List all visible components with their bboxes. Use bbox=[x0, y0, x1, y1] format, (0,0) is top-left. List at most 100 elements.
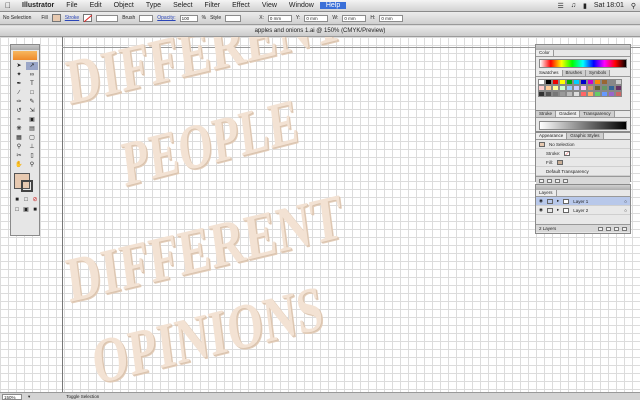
status-arrow-icon[interactable]: ▾ bbox=[28, 394, 30, 400]
gradient-bar[interactable] bbox=[539, 121, 627, 130]
swatch-chip[interactable] bbox=[608, 91, 615, 97]
expand-triangle-icon[interactable]: ▸ bbox=[557, 207, 559, 213]
w-field[interactable]: 0 mm bbox=[342, 14, 367, 22]
tab-transparency[interactable]: Transparency bbox=[580, 111, 615, 117]
lock-toggle-icon[interactable] bbox=[546, 198, 553, 204]
rotate-tool-icon[interactable]: ↺ bbox=[13, 107, 25, 115]
zoom-tool-icon[interactable]: ⚲ bbox=[26, 161, 38, 169]
visibility-eye-icon[interactable]: ◉ bbox=[539, 198, 543, 204]
tab-swatches[interactable]: Swatches bbox=[536, 70, 563, 76]
swatch-chip[interactable] bbox=[587, 91, 594, 97]
lasso-tool-icon[interactable]: ∞ bbox=[26, 71, 38, 79]
tab-appearance[interactable]: Appearance bbox=[536, 133, 568, 139]
target-circle-icon[interactable]: ○ bbox=[624, 199, 627, 204]
menu-window[interactable]: Window bbox=[283, 2, 320, 9]
tab-layers[interactable]: Layers bbox=[536, 190, 557, 196]
swatch-chip[interactable] bbox=[545, 91, 552, 97]
apple-menu-icon[interactable]:  bbox=[0, 1, 16, 10]
color-mode-icon[interactable]: ■ bbox=[13, 196, 21, 204]
target-circle-icon[interactable]: ○ bbox=[624, 208, 627, 213]
menu-view[interactable]: View bbox=[256, 2, 283, 9]
appearance-row-stroke[interactable]: Stroke: bbox=[536, 149, 630, 158]
selection-tool-icon[interactable]: ➤ bbox=[13, 62, 25, 70]
rectangle-tool-icon[interactable]: □ bbox=[26, 89, 38, 97]
menu-app[interactable]: Illustrator bbox=[16, 2, 60, 9]
spotlight-icon[interactable]: ⚲ bbox=[631, 2, 636, 10]
menu-edit[interactable]: Edit bbox=[84, 2, 108, 9]
symbol-sprayer-tool-icon[interactable]: ❋ bbox=[13, 125, 25, 133]
standard-screen-icon[interactable]: □ bbox=[13, 206, 21, 214]
make-clipping-mask-icon[interactable] bbox=[598, 226, 603, 231]
layer-name[interactable]: Layer 1 bbox=[573, 199, 588, 204]
appearance-row-fill[interactable]: Fill: bbox=[536, 158, 630, 167]
eyedropper-tool-icon[interactable]: ⚲ bbox=[13, 143, 25, 151]
zoom-level-field[interactable]: 150% bbox=[2, 393, 22, 400]
tab-color[interactable]: Color bbox=[536, 50, 554, 56]
brush-field[interactable] bbox=[139, 14, 154, 22]
mesh-tool-icon[interactable]: ▦ bbox=[13, 134, 25, 142]
duplicate-item-icon[interactable] bbox=[555, 178, 560, 183]
column-graph-tool-icon[interactable]: ▤ bbox=[26, 125, 38, 133]
reduce-appearance-icon[interactable] bbox=[547, 178, 552, 183]
new-layer-icon[interactable] bbox=[614, 226, 619, 231]
menu-object[interactable]: Object bbox=[108, 2, 140, 9]
h-field[interactable]: 0 mm bbox=[379, 14, 404, 22]
new-sublayer-icon[interactable] bbox=[606, 226, 611, 231]
layer-row-2[interactable]: ◉ ▸ Layer 2 ○ bbox=[536, 206, 630, 215]
visibility-eye-icon[interactable]: ◉ bbox=[539, 207, 543, 213]
free-transform-tool-icon[interactable]: ▣ bbox=[26, 116, 38, 124]
gradient-mode-icon[interactable]: □ bbox=[22, 196, 30, 204]
menu-filter[interactable]: Filter bbox=[199, 2, 227, 9]
menu-help[interactable]: Help bbox=[319, 2, 347, 9]
stroke-swatch[interactable] bbox=[83, 14, 93, 22]
delete-layer-icon[interactable] bbox=[622, 226, 627, 231]
opacity-field[interactable]: 100 bbox=[179, 14, 198, 22]
full-screen-icon[interactable]: ■ bbox=[31, 206, 39, 214]
opacity-link[interactable]: Opacity: bbox=[157, 15, 175, 21]
tools-panel-titlebar[interactable] bbox=[11, 45, 39, 50]
swatch-chip[interactable] bbox=[573, 91, 580, 97]
scale-tool-icon[interactable]: ⇲ bbox=[26, 107, 38, 115]
menu-select[interactable]: Select bbox=[167, 2, 198, 9]
lock-toggle-icon[interactable] bbox=[546, 207, 553, 213]
pencil-tool-icon[interactable]: ✎ bbox=[26, 98, 38, 106]
magic-wand-tool-icon[interactable]: ✦ bbox=[13, 71, 25, 79]
slice-tool-icon[interactable]: ▯ bbox=[26, 152, 38, 160]
swatch-chip[interactable] bbox=[559, 91, 566, 97]
pen-tool-icon[interactable]: ✒ bbox=[13, 80, 25, 88]
y-field[interactable]: 0 mm bbox=[304, 14, 329, 22]
swatch-chip[interactable] bbox=[566, 91, 573, 97]
clear-appearance-icon[interactable] bbox=[539, 178, 544, 183]
wifi-icon[interactable]: ☰ bbox=[558, 2, 564, 10]
swatch-chip[interactable] bbox=[615, 91, 622, 97]
menu-file[interactable]: File bbox=[60, 2, 83, 9]
hand-tool-icon[interactable]: ✋ bbox=[13, 161, 25, 169]
tab-gradient[interactable]: Gradient bbox=[556, 111, 581, 117]
stroke-link[interactable]: Stroke bbox=[65, 15, 79, 21]
swatch-chip[interactable] bbox=[594, 91, 601, 97]
layer-name[interactable]: Layer 2 bbox=[573, 208, 588, 213]
direct-selection-tool-icon[interactable]: ↗ bbox=[26, 62, 38, 70]
stroke-weight-field[interactable] bbox=[96, 14, 119, 22]
clock[interactable]: Sat 18:01 bbox=[594, 2, 624, 9]
type-tool-icon[interactable]: T bbox=[26, 80, 38, 88]
tab-stroke[interactable]: Stroke bbox=[536, 111, 557, 117]
tab-brushes[interactable]: Brushes bbox=[562, 70, 587, 76]
x-field[interactable]: 0 mm bbox=[267, 14, 292, 22]
tab-symbols[interactable]: Symbols bbox=[586, 70, 611, 76]
layer-row-1[interactable]: ◉ ▸ Layer 1 ○ bbox=[536, 197, 630, 206]
fill-swatch[interactable] bbox=[51, 14, 61, 22]
swatch-chip[interactable] bbox=[580, 91, 587, 97]
appearance-row-transparency[interactable]: Default Transparency bbox=[536, 167, 630, 176]
stroke-color-box[interactable] bbox=[21, 180, 33, 192]
delete-item-icon[interactable] bbox=[563, 178, 568, 183]
battery-icon[interactable]: ▮ bbox=[583, 2, 587, 10]
none-mode-icon[interactable]: ⊘ bbox=[31, 196, 39, 204]
line-tool-icon[interactable]: ∕ bbox=[13, 89, 25, 97]
menu-type[interactable]: Type bbox=[140, 2, 167, 9]
menu-effect[interactable]: Effect bbox=[226, 2, 256, 9]
swatch-chip[interactable] bbox=[601, 91, 608, 97]
blend-tool-icon[interactable]: ⊥ bbox=[26, 143, 38, 151]
status-info[interactable]: Toggle Selection bbox=[66, 394, 99, 399]
expand-triangle-icon[interactable]: ▸ bbox=[557, 198, 559, 204]
